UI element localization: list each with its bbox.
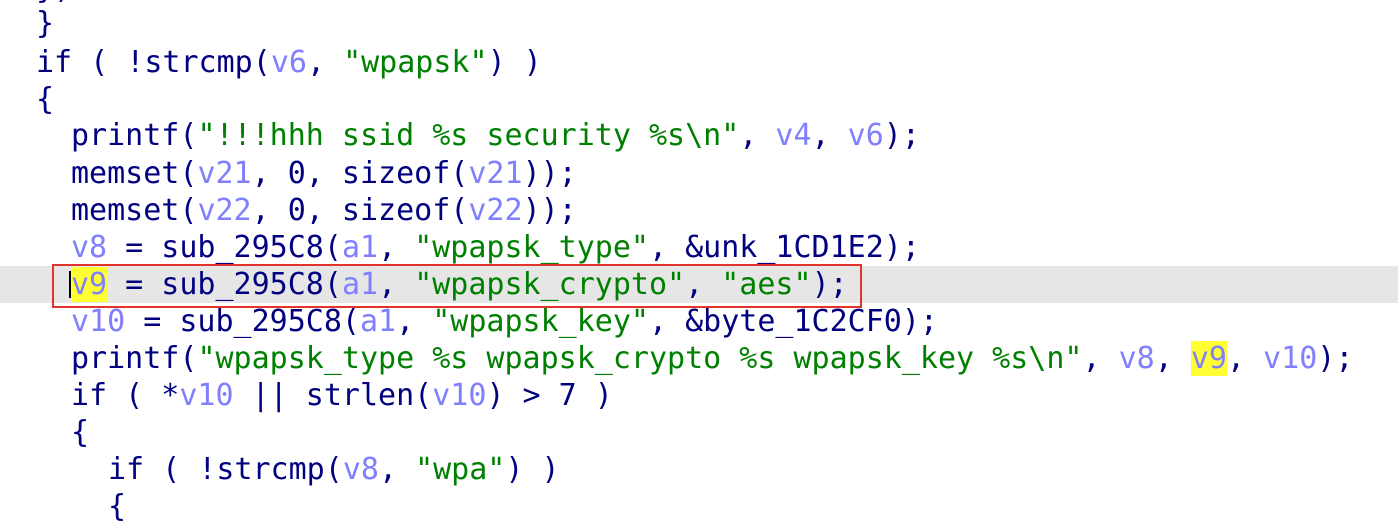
code-line[interactable]: memset(v22, 0, sizeof(v22)); xyxy=(0,192,1398,229)
code-token: ); xyxy=(883,118,920,153)
code-line[interactable]: } xyxy=(0,5,1398,42)
code-line-text: memset(v21, 0, sizeof(v21)); xyxy=(71,155,577,192)
code-token: , xyxy=(378,452,416,487)
code-line-text: if ( !strcmp(v6, "wpapsk") ) xyxy=(36,44,542,81)
string-literal: "wpapsk_key" xyxy=(432,304,649,339)
code-token: ); xyxy=(1317,341,1354,376)
annotation-box xyxy=(52,264,862,308)
code-line[interactable]: printf("wpapsk_type %s wpapsk_crypto %s … xyxy=(0,340,1398,377)
code-token: } xyxy=(36,6,55,41)
code-token: , xyxy=(396,304,433,339)
code-token: , xyxy=(1154,341,1191,376)
code-token: , xyxy=(306,45,344,80)
variable-token[interactable]: v22 xyxy=(468,193,522,228)
variable-token[interactable]: v8 xyxy=(1119,341,1155,376)
code-token: ) ) xyxy=(487,45,542,80)
string-literal: "wpapsk" xyxy=(343,45,488,80)
code-token: memset( xyxy=(71,156,198,191)
variable-token[interactable]: v8 xyxy=(343,452,379,487)
code-line-text: printf("!!!hhh ssid %s security %s\n", v… xyxy=(71,117,920,154)
code-line[interactable]: if ( !strcmp(v6, "wpapsk") ) xyxy=(0,44,1398,81)
code-line-text: } xyxy=(36,5,54,42)
code-line-text: v10 = sub_295C8(a1, "wpapsk_key", &byte_… xyxy=(71,303,938,340)
code-token: if ( !strcmp( xyxy=(108,452,343,487)
code-token: = sub_295C8( xyxy=(107,230,342,265)
highlighted-variable[interactable]: v9 xyxy=(1190,341,1227,376)
variable-token[interactable]: v10 xyxy=(1263,341,1317,376)
code-token: , xyxy=(1082,341,1119,376)
code-line-text: { xyxy=(108,488,126,525)
code-token: , xyxy=(1226,341,1264,376)
code-line[interactable]: if ( !strcmp(v8, "wpa") ) xyxy=(0,451,1398,488)
code-token: if ( * xyxy=(71,378,180,413)
code-token: memset( xyxy=(71,193,198,228)
code-line-text: v8 = sub_295C8(a1, "wpapsk_type", &unk_1… xyxy=(71,229,920,266)
code-token: )); xyxy=(522,156,577,191)
variable-token[interactable]: v4 xyxy=(775,118,811,153)
code-token: { xyxy=(71,415,90,450)
string-literal: "wpapsk_type" xyxy=(414,230,649,265)
code-token: , 0, sizeof( xyxy=(251,193,469,228)
variable-token[interactable]: v10 xyxy=(432,378,486,413)
code-token: = sub_295C8( xyxy=(125,304,360,339)
code-token: { xyxy=(108,489,127,524)
variable-token[interactable]: v10 xyxy=(71,304,125,339)
code-line[interactable]: { xyxy=(0,488,1398,525)
code-line[interactable]: v8 = sub_295C8(a1, "wpapsk_type", &unk_1… xyxy=(0,229,1398,266)
string-literal: "!!!hhh ssid %s security %s\n" xyxy=(197,118,740,153)
code-token: , &unk_1CD1E2); xyxy=(649,230,920,265)
code-token: ) ) xyxy=(505,452,560,487)
variable-token[interactable]: v8 xyxy=(71,230,107,265)
code-line[interactable]: if ( *v10 || strlen(v10) > 7 ) xyxy=(0,377,1398,414)
code-token: )); xyxy=(522,193,577,228)
variable-token[interactable]: v22 xyxy=(197,193,251,228)
code-line-text: if ( !strcmp(v8, "wpa") ) xyxy=(108,451,560,488)
code-token: printf( xyxy=(71,118,198,153)
code-line[interactable]: { xyxy=(0,414,1398,451)
variable-token[interactable]: v6 xyxy=(271,45,307,80)
code-line[interactable]: printf("!!!hhh ssid %s security %s\n", v… xyxy=(0,117,1398,154)
code-token: , xyxy=(811,118,848,153)
code-line-text: if ( *v10 || strlen(v10) > 7 ) xyxy=(71,377,613,414)
code-token: , xyxy=(739,118,776,153)
code-line-text: memset(v22, 0, sizeof(v22)); xyxy=(71,192,577,229)
code-token: ) > 7 ) xyxy=(486,378,613,413)
variable-token[interactable]: v10 xyxy=(179,378,233,413)
code-token: , &byte_1C2CF0); xyxy=(649,304,938,339)
code-line-text: { xyxy=(36,81,54,118)
variable-token[interactable]: v21 xyxy=(468,156,522,191)
code-token: printf( xyxy=(71,341,198,376)
code-line[interactable]: v10 = sub_295C8(a1, "wpapsk_key", &byte_… xyxy=(0,303,1398,340)
code-token: { xyxy=(36,82,55,117)
variable-token[interactable]: v6 xyxy=(848,118,884,153)
code-editor[interactable]: })}if ( !strcmp(v6, "wpapsk") ){printf("… xyxy=(0,0,1398,526)
code-token: , xyxy=(378,230,415,265)
code-line-text: { xyxy=(71,414,89,451)
string-literal: "wpapsk_type %s wpapsk_crypto %s wpapsk_… xyxy=(197,341,1083,376)
code-line[interactable]: { xyxy=(0,81,1398,118)
variable-token[interactable]: v21 xyxy=(197,156,251,191)
string-literal: "wpa" xyxy=(415,452,506,487)
variable-token[interactable]: a1 xyxy=(342,230,378,265)
code-token: if ( !strcmp( xyxy=(36,45,271,80)
code-token: , 0, sizeof( xyxy=(251,156,469,191)
code-line-text: printf("wpapsk_type %s wpapsk_crypto %s … xyxy=(71,340,1353,377)
code-line[interactable]: memset(v21, 0, sizeof(v21)); xyxy=(0,155,1398,192)
variable-token[interactable]: a1 xyxy=(360,304,396,339)
code-token: || strlen( xyxy=(233,378,433,413)
